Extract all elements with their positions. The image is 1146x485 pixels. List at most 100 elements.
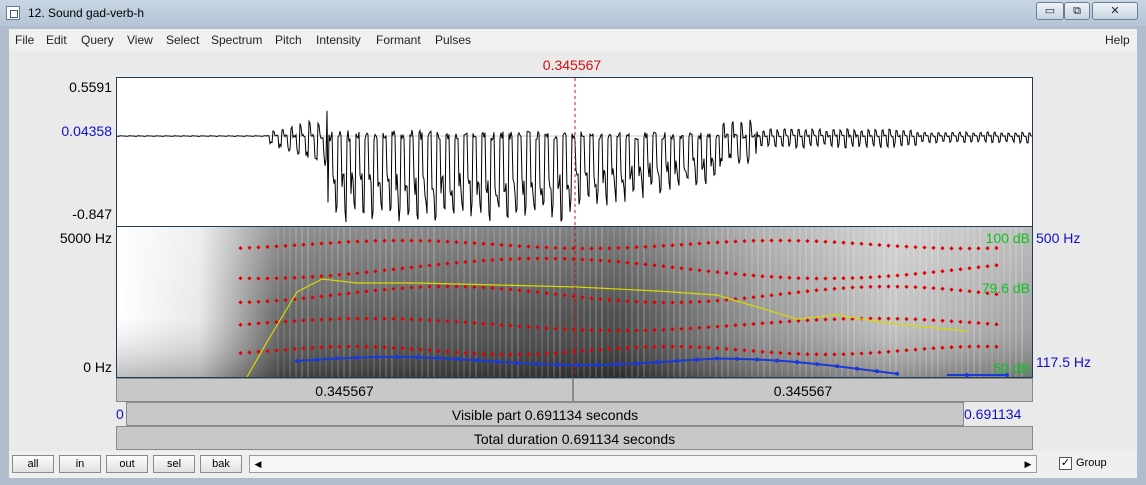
spectrogram-striation: [367, 227, 369, 377]
spectrogram-striation: [541, 227, 543, 377]
spectrogram-striation: [649, 227, 651, 377]
scroll-right-icon[interactable]: ▶: [1020, 456, 1036, 472]
selection-right-bar[interactable]: 0.345567: [573, 378, 1033, 402]
pitch-point: [335, 356, 339, 361]
menu-pulses[interactable]: Pulses: [435, 33, 471, 47]
pitch-point: [615, 362, 619, 367]
intensity-bottom-label: 50 dB: [993, 360, 1030, 376]
menu-query[interactable]: Query: [81, 33, 114, 47]
spectrogram-striation: [1015, 227, 1017, 377]
menu-file[interactable]: File: [15, 33, 34, 47]
waveform-panel[interactable]: [116, 77, 1033, 227]
menu-select[interactable]: Select: [166, 33, 199, 47]
spectrogram-striation: [337, 227, 339, 377]
pitch-point: [535, 361, 539, 366]
spectrogram-striation: [889, 227, 891, 377]
pitch-point: [795, 360, 799, 365]
spectrogram-striation: [445, 227, 447, 377]
zoom-out-button[interactable]: out: [106, 455, 148, 473]
spectrogram-striation: [913, 227, 915, 377]
menu-intensity[interactable]: Intensity: [316, 33, 361, 47]
pitch-point: [595, 362, 599, 367]
spectrogram-striation: [793, 227, 795, 377]
menu-bar: File Edit Query View Select Spectrum Pit…: [9, 29, 1137, 51]
spectrogram-striation: [457, 227, 459, 377]
spectrogram-striation: [505, 227, 507, 377]
pitch-cursor-label: 117.5 Hz: [1036, 354, 1091, 370]
horizontal-scrollbar[interactable]: ◀ ▶: [249, 455, 1037, 473]
pitch-point: [855, 366, 859, 371]
pitch-point: [675, 359, 679, 363]
spectrogram-striation: [721, 227, 723, 377]
maximize-button[interactable]: ⧉: [1064, 2, 1090, 20]
spectrogram-striation: [871, 227, 873, 377]
pitch-point: [495, 359, 499, 364]
total-duration-label: Total duration 0.691134 seconds: [473, 431, 676, 447]
zoom-selection-button[interactable]: sel: [153, 455, 195, 473]
maximize-icon: ⧉: [1073, 5, 1081, 17]
spectrogram-panel[interactable]: 100 dB 79.6 dB 50 dB: [116, 226, 1033, 378]
waveform-plot: [117, 78, 1032, 226]
close-button[interactable]: ✕: [1092, 2, 1138, 20]
total-duration-bar[interactable]: Total duration 0.691134 seconds: [116, 426, 1033, 450]
scroll-left-icon[interactable]: ◀: [250, 456, 266, 472]
pitch-point: [635, 361, 639, 366]
spectrogram-striation: [685, 227, 687, 377]
menu-view[interactable]: View: [127, 33, 153, 47]
spectrogram-striation: [595, 227, 597, 377]
freq-top-label: 5000 Hz: [59, 230, 112, 246]
pitch-point: [475, 358, 479, 363]
visible-part-bar[interactable]: Visible part 0.691134 seconds: [126, 402, 964, 426]
pitch-point: [695, 357, 699, 362]
spectrogram-striation: [703, 227, 705, 377]
spectrogram-striation: [307, 227, 309, 377]
pitch-point: [355, 355, 359, 360]
spectrogram-striation: [715, 227, 717, 377]
visible-end-label: 0.691134: [964, 406, 1022, 422]
intensity-top-label: 100 dB: [985, 230, 1030, 246]
spectrogram-striation: [631, 227, 633, 377]
minimize-button[interactable]: ▭: [1036, 2, 1064, 20]
spectrogram-striation: [391, 227, 393, 377]
group-label: Group: [1076, 457, 1107, 469]
menu-spectrum[interactable]: Spectrum: [211, 33, 262, 47]
spectrogram-striation: [997, 227, 999, 377]
spectrogram-striation: [409, 227, 411, 377]
menu-formant[interactable]: Formant: [376, 33, 421, 47]
cursor-time-label: 0.345567: [542, 57, 602, 73]
pitch-point: [755, 357, 759, 362]
spectrogram-striation: [469, 227, 471, 377]
pitch-point: [655, 360, 659, 365]
pitch-point: [735, 356, 739, 361]
spectrogram-striation: [331, 227, 333, 377]
spectrogram-striation: [925, 227, 927, 377]
menu-pitch[interactable]: Pitch: [275, 33, 302, 47]
spectrogram-striation: [991, 227, 993, 377]
pitch-point: [895, 371, 899, 376]
spectrogram-striation: [727, 227, 729, 377]
spectrogram-striation: [421, 227, 423, 377]
spectrogram-striation: [343, 227, 345, 377]
menu-help[interactable]: Help: [1105, 33, 1130, 47]
pitch-point: [575, 363, 579, 367]
menu-edit[interactable]: Edit: [46, 33, 67, 47]
spectrogram-striation: [361, 227, 363, 377]
spectrogram-striation: [349, 227, 351, 377]
pitch-point: [775, 358, 779, 363]
spectrogram-striation: [829, 227, 831, 377]
selection-left-label: 0.345567: [315, 383, 374, 399]
zoom-back-button[interactable]: bak: [200, 455, 242, 473]
pitch-point: [315, 357, 319, 362]
selection-left-bar[interactable]: 0.345567: [116, 378, 573, 402]
spectrogram-striation: [577, 227, 579, 377]
pitch-point: [555, 362, 559, 367]
spectrogram-striation: [937, 227, 939, 377]
zoom-in-button[interactable]: in: [59, 455, 101, 473]
waveform-max-label: 0.5591: [69, 79, 112, 95]
spectrogram-striation: [883, 227, 885, 377]
spectrogram-striation: [895, 227, 897, 377]
title-bar[interactable]: 12. Sound gad-verb-h ▭ ⧉ ✕: [0, 0, 1146, 26]
spectrogram-striation: [1003, 227, 1005, 377]
zoom-all-button[interactable]: all: [12, 455, 54, 473]
group-checkbox[interactable]: ✓: [1059, 457, 1072, 470]
